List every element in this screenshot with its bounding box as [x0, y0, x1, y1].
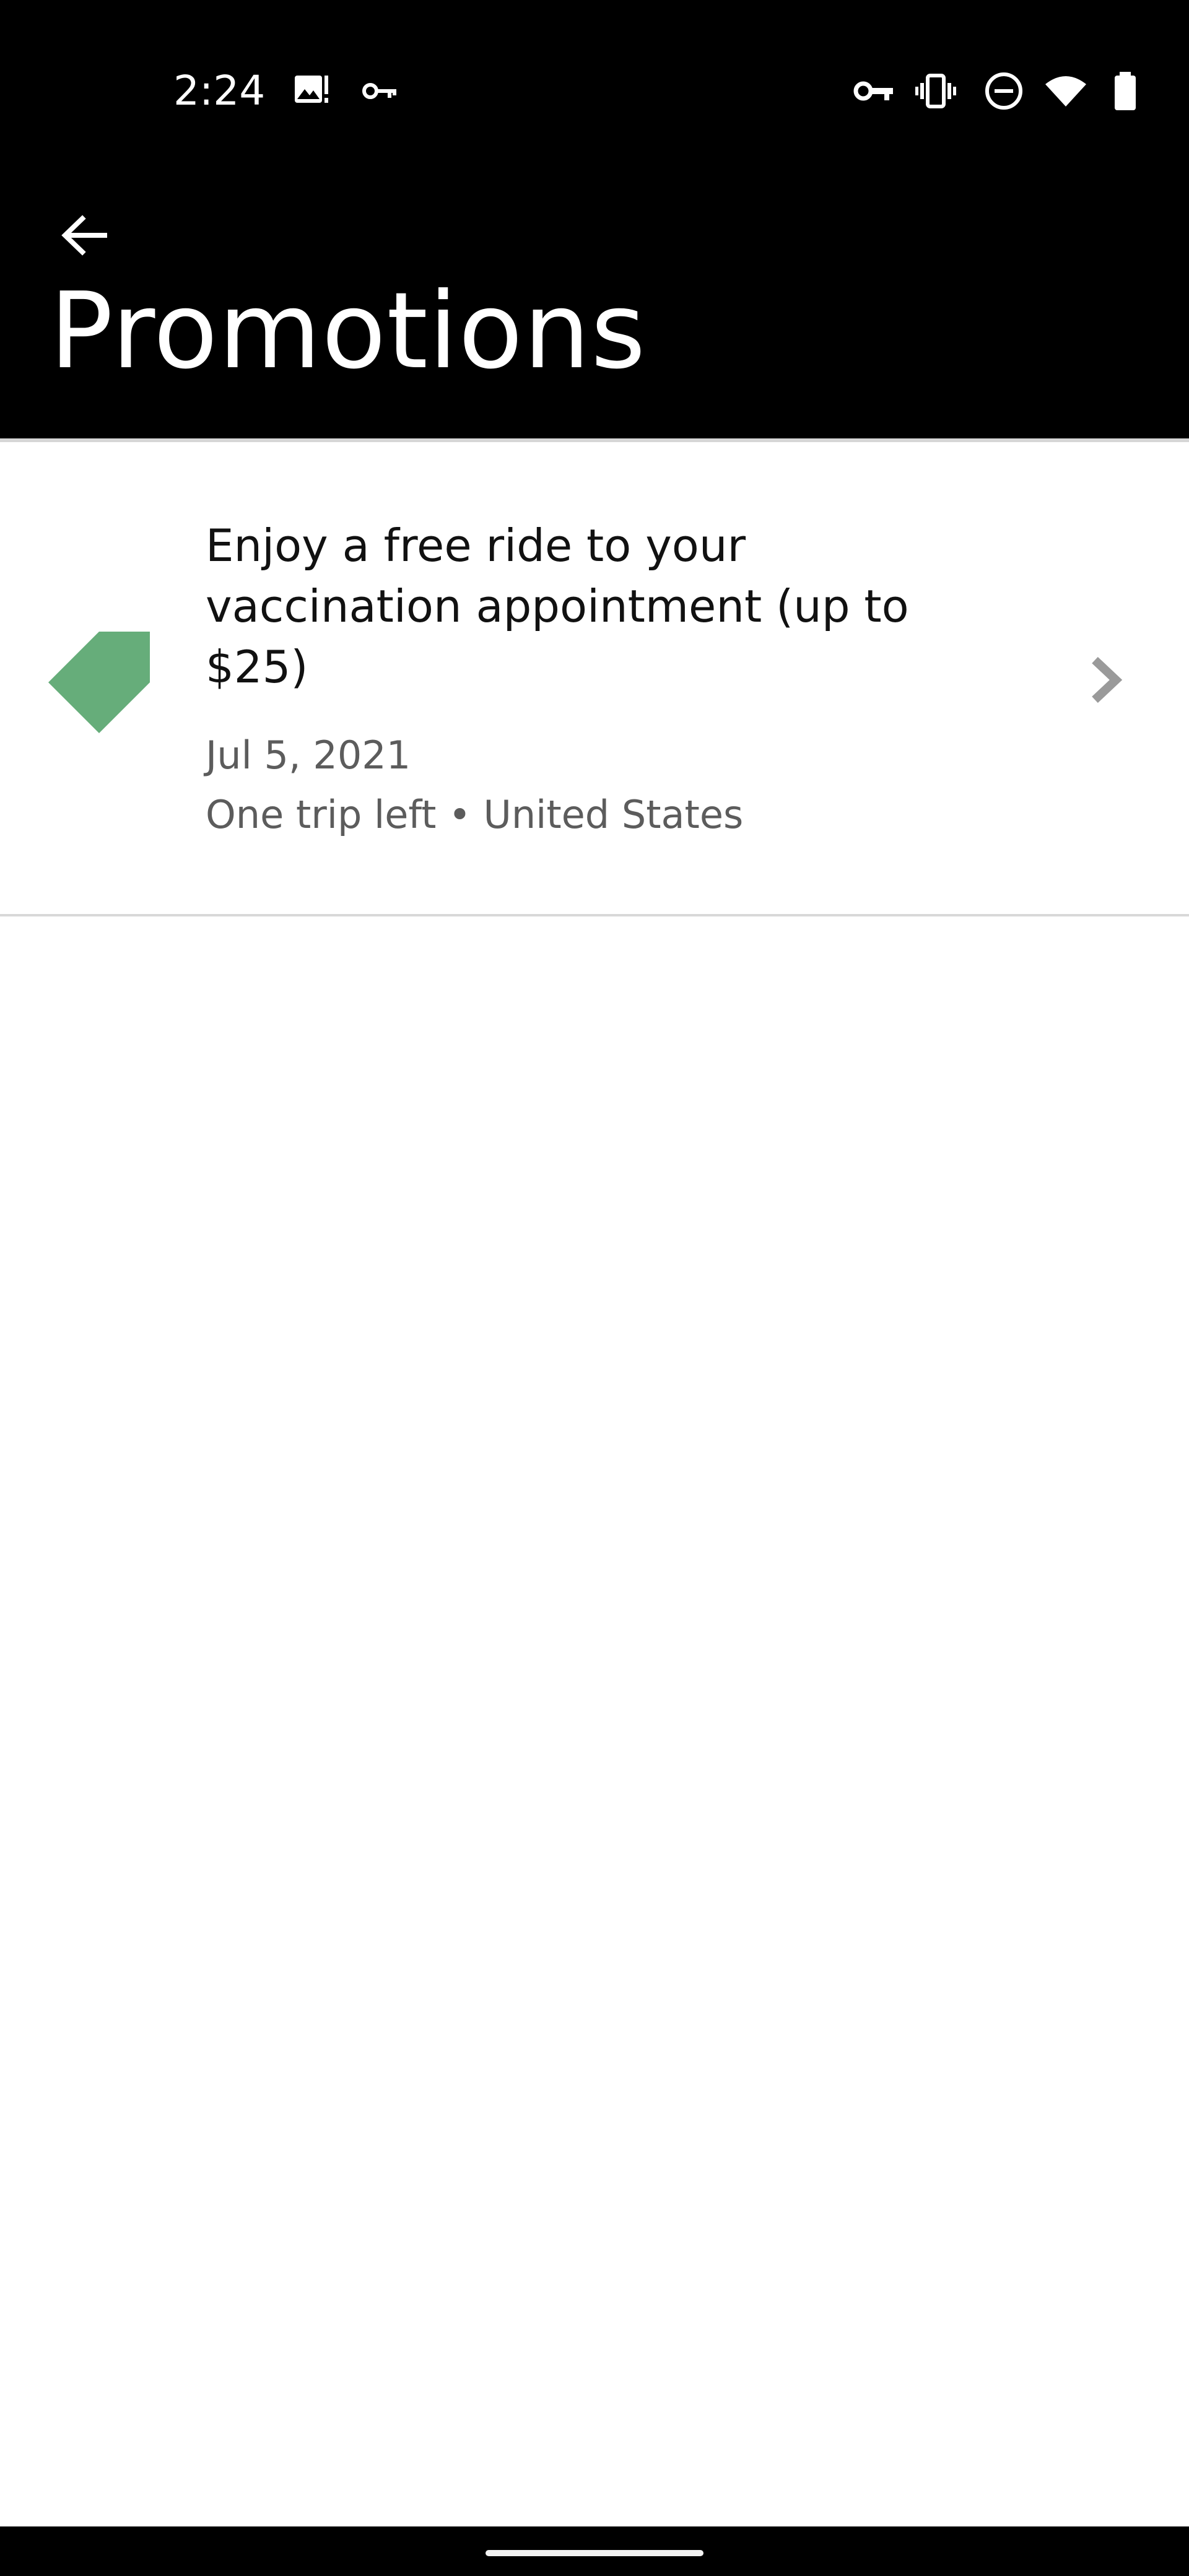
vpn-key-icon: [852, 69, 895, 113]
list-divider: [0, 914, 1189, 916]
home-indicator[interactable]: [486, 2550, 703, 2556]
promotion-title: Enjoy a free ride to your vaccination ap…: [206, 520, 909, 693]
tag-icon: [48, 632, 150, 733]
battery-icon: [1104, 69, 1147, 113]
page-title: Promotions: [50, 270, 647, 393]
arrow-left-icon: [61, 215, 107, 256]
promotion-date: Jul 5, 2021: [206, 733, 411, 778]
promotion-details: One trip left • United States: [206, 792, 744, 837]
back-button[interactable]: [54, 204, 116, 266]
do-not-disturb-icon: [982, 69, 1026, 113]
wifi-icon: [1044, 69, 1087, 113]
key-icon: [358, 69, 401, 113]
chevron-right-icon: [1087, 655, 1125, 705]
status-time: 2:24: [173, 67, 266, 115]
image-notification-icon: [290, 69, 333, 113]
vibrate-icon: [914, 69, 957, 113]
status-bar: 2:24: [0, 0, 1189, 180]
